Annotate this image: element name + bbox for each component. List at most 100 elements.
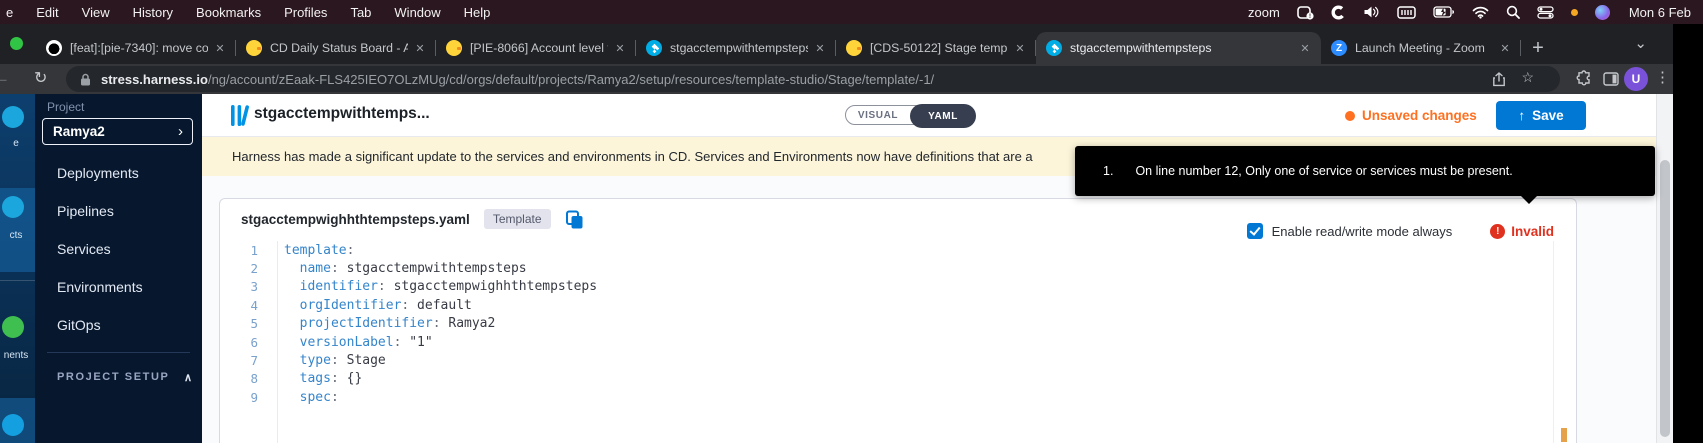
code-line[interactable]: 2 name: stgacctempwithtempsteps [220,259,1550,277]
menubar-item[interactable]: Bookmarks [196,5,261,20]
sidebar-project-setup[interactable]: PROJECT SETUP ∧ [57,366,192,388]
toggle-visual[interactable]: VISUAL [846,106,910,124]
template-title: stgacctempwithtemps... [254,105,430,123]
menubar-clock[interactable]: Mon 6 Feb [1629,5,1691,20]
line-number: 3 [220,279,258,294]
browser-tab[interactable]: [CDS-50122] Stage templa ✕ [836,32,1036,64]
tab-favicon [646,40,662,56]
back-icon[interactable]: ← [0,68,10,88]
siri-icon[interactable] [1595,5,1610,20]
code-line[interactable]: 6 versionLabel: "1" [220,333,1550,351]
battery-icon[interactable] [1433,4,1455,20]
browser-tab[interactable]: [PIE-8066] Account level t ✕ [436,32,636,64]
extensions-icon[interactable] [1576,70,1592,86]
tab-overview-chevron-icon[interactable]: ⌄ [1634,34,1647,52]
bookmark-star-icon[interactable]: ☆ [1521,69,1534,86]
tab-title: [PIE-8066] Account level t [470,41,608,55]
reload-icon[interactable]: ↻ [34,68,47,88]
copy-icon[interactable] [565,211,584,227]
menubar-item-zoom-app[interactable]: zoom [1248,5,1280,20]
macos-menubar: e Edit View History Bookmarks Profiles Tab Wind… [0,0,1703,24]
project-name: Ramya2 [53,124,178,139]
tab-close-icon[interactable]: ✕ [212,40,228,56]
line-content: identifier: stgacctempwighhthtempsteps [284,279,597,294]
tab-close-icon[interactable]: ✕ [1297,40,1313,56]
side-panel-icon[interactable] [1603,71,1619,87]
read-write-checkbox[interactable] [1247,223,1263,239]
read-write-label: Enable read/write mode always [1272,224,1453,239]
menubar-item[interactable]: Profiles [284,5,327,20]
wifi-icon[interactable] [1472,4,1489,20]
line-content: projectIdentifier: Ramya2 [284,316,495,331]
new-tab-button[interactable]: + [1521,32,1555,64]
tab-favicon [1046,40,1062,56]
menubar-item[interactable]: e [6,5,13,20]
menubar-menus: e Edit View History Bookmarks Profiles Tab Wind… [0,5,490,20]
tab-close-icon[interactable]: ✕ [412,40,428,56]
line-number: 1 [220,243,258,258]
toggle-yaml[interactable]: YAML [910,104,976,128]
sidebar-item[interactable]: Deployments [57,154,202,192]
app-alert-icon[interactable]: ! [1297,4,1314,20]
line-content: versionLabel: "1" [284,335,433,350]
tab-close-icon[interactable]: ✕ [612,40,628,56]
menubar-item[interactable]: View [82,5,110,20]
url-path: /ng/account/zEaak-FLS425IEO7OLzMUg/cd/or… [208,72,934,87]
menubar-item[interactable]: Window [394,5,440,20]
tab-close-icon[interactable]: ✕ [812,40,828,56]
project-sidebar: Project Ramya2 › DeploymentsPipelinesSer… [35,94,202,443]
profile-avatar[interactable]: U [1624,67,1648,91]
tab-title: Launch Meeting - Zoom [1355,41,1493,55]
menubar-item[interactable]: Tab [350,5,371,20]
module-icon[interactable] [2,106,24,128]
menubar-item[interactable]: Help [464,5,491,20]
volume-icon[interactable] [1363,4,1380,20]
line-number: 5 [220,316,258,331]
share-icon[interactable] [1492,71,1506,87]
menubar-item[interactable]: Edit [36,5,58,20]
code-line[interactable]: 1 template: [220,241,1550,259]
window-zoom-button[interactable] [10,37,23,50]
url-bar[interactable]: stress.harness.io/ng/account/zEaak-FLS42… [66,66,1560,92]
spotlight-icon[interactable] [1506,4,1520,20]
code-line[interactable]: 5 projectIdentifier: Ramya2 [220,315,1550,333]
url-text: stress.harness.io/ng/account/zEaak-FLS42… [101,72,1560,87]
code-line[interactable]: 7 type: Stage [220,351,1550,369]
control-center-icon[interactable] [1537,4,1554,20]
project-selector[interactable]: Ramya2 › [42,118,193,145]
browser-tab[interactable]: Launch Meeting - Zoom ✕ [1321,32,1521,64]
module-icon[interactable] [2,316,24,338]
sidebar-item[interactable]: Services [57,230,202,268]
tab-close-icon[interactable]: ✕ [1012,40,1028,56]
line-content: orgIdentifier: default [284,298,472,313]
sidebar-item[interactable]: GitOps [57,306,202,344]
module-icon[interactable] [2,196,24,218]
menubar-item[interactable]: History [133,5,173,20]
tab-favicon [246,40,262,56]
module-icon[interactable] [2,414,24,436]
sidebar-item[interactable]: Environments [57,268,202,306]
keyboard-icon[interactable] [1397,4,1416,20]
browser-tab[interactable]: CD Daily Status Board - Ag ✕ [236,32,436,64]
notification-dot [1571,9,1578,16]
line-number: 2 [220,261,258,276]
tab-close-icon[interactable]: ✕ [1497,40,1513,56]
browser-tab[interactable]: stgacctempwithtempsteps ✕ [636,32,836,64]
harness-app: e cts nents Project Ramya2 › Deplo [0,94,1673,443]
save-button[interactable]: ↑ Save [1496,101,1586,130]
save-label: Save [1532,108,1564,123]
browser-tab[interactable]: stgacctempwithtempsteps ✕ [1036,32,1321,64]
lock-icon[interactable] [80,71,91,87]
browser-menu-icon[interactable]: ⋮ [1655,68,1669,86]
tab-favicon [446,40,462,56]
code-line[interactable]: 8 tags: {} [220,370,1550,388]
c-app-icon[interactable] [1331,4,1346,20]
browser-tab[interactable]: [feat]:[pie-7340]: move co ✕ [36,32,236,64]
code-line[interactable]: 4 orgIdentifier: default [220,296,1550,314]
sidebar-item[interactable]: Pipelines [57,192,202,230]
page-scrollbar[interactable] [1656,94,1673,443]
scrollbar-thumb[interactable] [1660,160,1670,437]
code-line[interactable]: 9 spec: [220,388,1550,406]
yaml-code[interactable]: 1 template: 2 name: stgacctempwithtempst… [220,241,1550,407]
code-line[interactable]: 3 identifier: stgacctempwighhthtempsteps [220,278,1550,296]
